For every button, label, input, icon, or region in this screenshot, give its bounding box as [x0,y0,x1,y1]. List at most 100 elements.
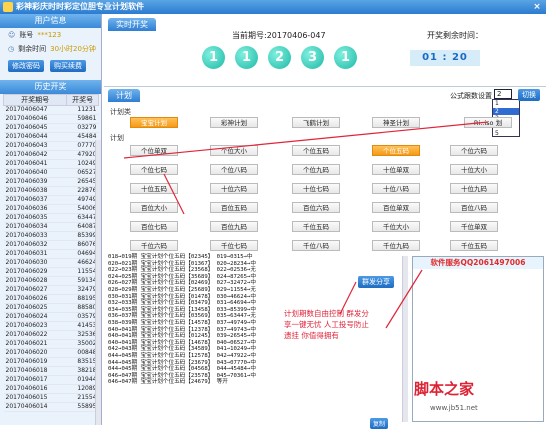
user-row-time: ◷ 剩余时间 30小时20分钟 [0,42,101,56]
plan-cell-button[interactable]: 千位六码 [130,240,178,251]
history-row: 20170406014 55895 [3,402,99,412]
plan-area: 计划 公式跟数设置 2 1 2 3 4 5 切换 计划类 宝宝计划 彩神计划 飞… [104,86,546,254]
plan-cell-button[interactable]: 十位九码 [450,183,498,194]
plan-cell-button[interactable]: 千位七码 [210,240,258,251]
history-row: 20170406015 21554 [3,393,99,403]
plan-cell-button[interactable]: 个位单双 [130,145,178,156]
result-line: 042→043期 宝宝计划个位五码【34589】 041→10249→中 [108,346,256,353]
history-number: 88195 [66,294,99,304]
plan-type-button[interactable]: 彩神计划 [210,117,258,128]
formula-option[interactable]: 5 [493,130,519,138]
plan-cell-button[interactable]: 百位九码 [210,221,258,232]
history-number: 10249 [66,159,99,169]
history-scrollbar[interactable] [95,140,101,425]
renew-button[interactable]: 购买续费 [50,60,86,72]
history-number: 01944 [66,375,99,385]
history-issue: 20170406046 [3,114,67,124]
plan-cell-button[interactable]: 十位五码 [130,183,178,194]
history-row: 20170406022 32536 [3,330,99,340]
history-number: 03579 [66,312,99,322]
formula-select[interactable]: 2 [494,89,512,99]
history-row: 20170406038 22876 [3,186,99,196]
result-line: 032→033期 宝宝计划个位五码【03479】 031→64694→中 [108,300,256,307]
tab-live-draw[interactable]: 实时开奖 [108,18,156,31]
time-label: 剩余时间 [18,45,47,53]
plan-cell-button[interactable]: 百位五码 [210,202,258,213]
plan-cell-button[interactable]: 十位七码 [292,183,340,194]
result-line: 018→019期 宝宝计划个位五码【02345】 019→0315→中 [108,254,253,260]
formula-option[interactable]: 1 [493,100,519,108]
draw-ball: 2 [268,46,291,69]
close-icon[interactable]: × [532,2,542,12]
change-password-button[interactable]: 修改密码 [8,60,44,72]
history-number: 04694 [66,249,99,259]
plan-cell-button[interactable]: 个位九码 [292,164,340,175]
clock-icon: ◷ [8,45,15,53]
plan-cell-button[interactable]: 十位单双 [372,164,420,175]
plan-cell-button[interactable]: 个位七码 [130,164,178,175]
plan-cell-button[interactable]: 千位五码 [450,240,498,251]
history-number: 85399 [66,231,99,241]
plan-cell-button[interactable]: 百位大小 [130,202,178,213]
history-row: 20170406036 54006 [3,204,99,214]
history-number: 03279 [66,123,99,133]
history-number: 59134 [66,276,99,286]
left-panel: 用户信息 ☺ 账号 ***123 ◷ 剩余时间 30小时20分钟 修改密码 购买… [0,14,102,425]
time-value: 30小时20分钟 [50,45,96,53]
plan-cell-button[interactable]: 百位八码 [450,202,498,213]
history-issue: 20170406044 [3,132,67,142]
plan-cell-button[interactable]: 十位八码 [372,183,420,194]
plan-cell-button[interactable]: 个位八码 [210,164,258,175]
history-number: 55895 [66,402,99,412]
history-number: 06527 [66,168,99,178]
history-row: 20170406042 47920 [3,150,99,160]
plan-cell-button[interactable]: 百位六码 [292,202,340,213]
plan-type-button[interactable]: 宝宝计划 [130,117,178,128]
plan-cell-button[interactable]: 百位单双 [372,202,420,213]
history-issue: 20170406019 [3,357,67,367]
plan-cell-button[interactable]: 千位九码 [372,240,420,251]
result-line: 028→029期 宝宝计划个位五码【25689】 029→11554→无 [108,286,256,293]
history-number: 11554 [66,267,99,277]
plan-cell-button[interactable]: 千位五码 [292,221,340,232]
plan-cell-button[interactable]: 千位单双 [450,221,498,232]
plan-type-label: 计划类 [110,108,131,116]
history-row: 20170406044 45484 [3,132,99,142]
plan-cell-button[interactable]: 百位七码 [130,221,178,232]
history-issue: 20170406039 [3,177,67,187]
share-button[interactable]: 群发分享 [358,276,394,288]
copy-button[interactable]: 复制 [370,418,389,429]
history-row: 20170406041 10249 [3,159,99,169]
history-row: 20170406040 06527 [3,168,99,178]
formula-label: 公式跟数设置 [450,92,492,100]
plan-cell-button[interactable]: 个位大小 [210,145,258,156]
plan-cell-button[interactable]: 个位五码 [372,145,420,156]
plan-cell-button[interactable]: 十位大小 [450,164,498,175]
plan-cell-button[interactable]: 千位八码 [292,240,340,251]
history-table: 开奖期号 开奖号 20170406047 11231 20170406046 5986… [2,94,99,412]
history-number: 49749 [66,195,99,205]
history-row: 20170406033 85399 [3,231,99,241]
tab-plan[interactable]: 计划 [108,89,140,102]
plan-cell-button[interactable]: 个位六码 [450,145,498,156]
app-title: 彩神彩庆时时彩定位胆专业计划软件 [16,2,144,11]
plan-type-button[interactable]: 飞鹤计划 [292,117,340,128]
plan-cell-button[interactable]: 十位六码 [210,183,258,194]
plan-cell-button[interactable]: 个位五码 [292,145,340,156]
results-scrollbar[interactable] [402,256,408,422]
plan-type-button[interactable]: 神圣计划 [372,117,420,128]
history-number: 86076 [66,240,99,250]
history-issue: 20170406037 [3,195,67,205]
watermark-url: www.jb51.net [430,404,478,412]
history-issue: 20170406030 [3,258,67,268]
switch-button[interactable]: 切换 [518,89,540,101]
history-row: 20170406029 11554 [3,267,99,277]
plan-type-button[interactable]: Ri..iso 划 [464,117,512,128]
title-bar: 彩神彩庆时时彩定位胆专业计划软件 × [0,0,546,14]
history-issue: 20170406017 [3,375,67,385]
formula-option-selected[interactable]: 2 [493,107,519,115]
history-head: 历史开奖 [0,80,101,94]
history-issue: 20170406035 [3,213,67,223]
history-row: 20170406016 12089 [3,384,99,394]
plan-cell-button[interactable]: 千位大小 [372,221,420,232]
